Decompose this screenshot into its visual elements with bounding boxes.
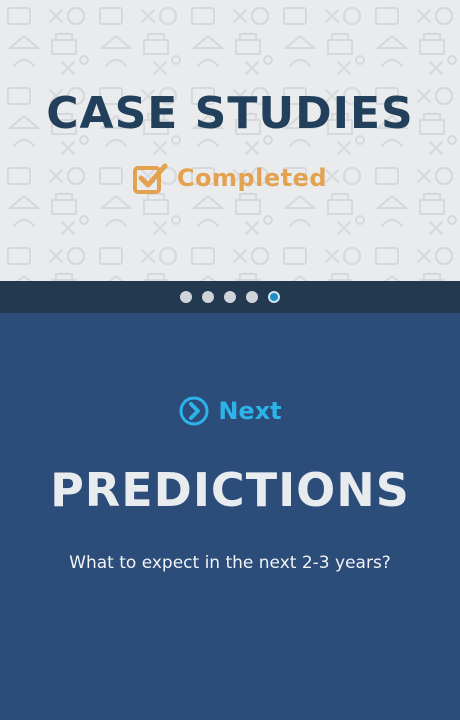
status-label: Completed	[176, 164, 328, 192]
section-title: CASE STUDIES	[46, 88, 414, 139]
doodle-background-pattern	[0, 0, 460, 281]
page-dot-1[interactable]	[180, 291, 192, 303]
next-section-panel: Next PREDICTIONS What to expect in the n…	[0, 313, 460, 720]
page-dot-5-active[interactable]	[268, 291, 280, 303]
next-section-description: What to expect in the next 2-3 years?	[69, 553, 391, 573]
page-indicator	[0, 281, 460, 313]
next-button[interactable]: Next	[0, 393, 460, 429]
page-dot-4[interactable]	[246, 291, 258, 303]
page-dot-2[interactable]	[202, 291, 214, 303]
completed-status: Completed	[0, 160, 460, 196]
completed-section-hero: CASE STUDIES Completed	[0, 0, 460, 281]
checkbox-checked-icon	[132, 163, 168, 194]
next-label: Next	[218, 397, 282, 425]
page-dot-3[interactable]	[224, 291, 236, 303]
chevron-right-circle-icon	[179, 396, 209, 426]
next-section-title: PREDICTIONS	[50, 463, 410, 517]
